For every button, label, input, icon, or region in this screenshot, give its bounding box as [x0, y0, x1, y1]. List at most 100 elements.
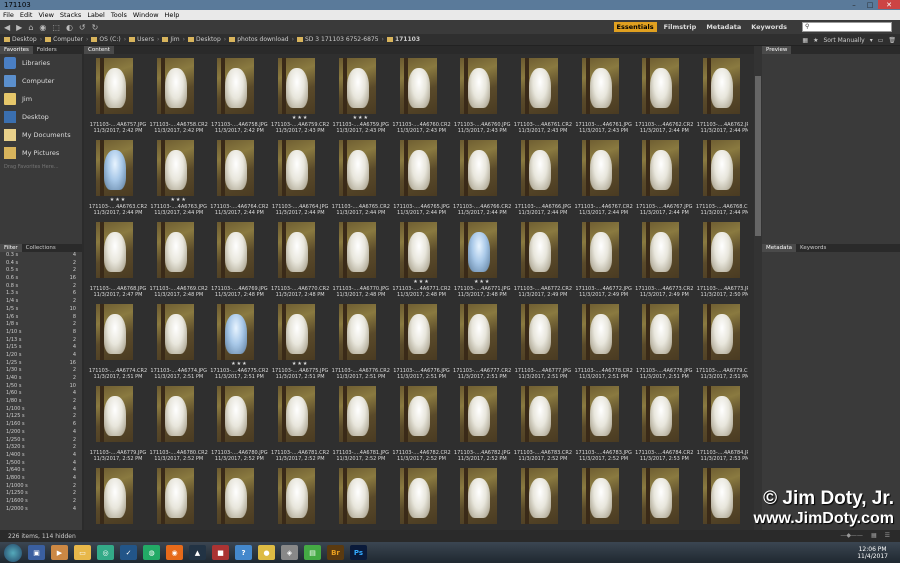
start-button[interactable] — [4, 543, 22, 562]
thumbnail-cell[interactable]: 171103-....4A6782.JPG 11/3/2017, 2:52 PM — [452, 384, 512, 466]
star-rating[interactable] — [452, 525, 512, 526]
filter-row[interactable]: 1/1000 s 2 — [0, 483, 82, 491]
thumbnail-cell[interactable]: 171103-....4A6770.CR2 11/3/2017, 2:48 PM — [270, 220, 330, 302]
menu-edit[interactable]: Edit — [17, 11, 36, 19]
thumbnail-cell[interactable]: 171103-....4A6767.CR2 11/3/2017, 2:44 PM — [574, 138, 634, 220]
filter-row[interactable]: 1/40 s 2 — [0, 375, 82, 383]
star-rating[interactable] — [270, 197, 330, 203]
checkmark-icon[interactable]: ✓ — [120, 545, 137, 560]
favorite-pictures[interactable]: My Pictures — [0, 144, 82, 162]
thumbnail-cell[interactable]: ★★★ 171103-....4A6771.CR2 11/3/2017, 2:48 … — [392, 220, 452, 302]
thumbnail-cell[interactable]: 171103-....4A6772.JPG 11/3/2017, 2:49 PM — [574, 220, 634, 302]
filter-row[interactable]: 1/20 s 4 — [0, 352, 82, 360]
favorite-computer[interactable]: Computer — [0, 72, 82, 90]
star-rating[interactable] — [88, 361, 148, 367]
back-icon[interactable]: ◀ — [4, 23, 10, 32]
thumbnail-cell[interactable]: 171103-....4A6769.CR2 11/3/2017, 2:48 PM — [149, 220, 209, 302]
forward-icon[interactable]: ▶ — [16, 23, 22, 32]
filter-row[interactable]: 1/250 s 2 — [0, 437, 82, 445]
filter-row[interactable]: 1/10 s 8 — [0, 329, 82, 337]
thumbnail-cell[interactable]: 171103-....4A6777.JPG 11/3/2017, 2:51 PM — [513, 302, 573, 384]
thumbnail-cell[interactable]: 171103-....4A6760.JPG 11/3/2017, 2:43 PM — [452, 56, 512, 138]
filter-row[interactable]: 1/80 s 2 — [0, 398, 82, 406]
filter-row[interactable]: 1/15 s 4 — [0, 344, 82, 352]
star-rating[interactable] — [270, 279, 330, 285]
star-rating[interactable] — [513, 443, 573, 449]
star-rating[interactable]: ★★★ — [452, 279, 512, 285]
thumbnail-cell[interactable]: 171103-....4A6765.JPG 11/3/2017, 2:44 PM — [392, 138, 452, 220]
star-rating[interactable] — [513, 525, 573, 526]
filter-row[interactable]: 0.3 s 4 — [0, 252, 82, 260]
rotate-right-icon[interactable]: ↻ — [92, 23, 99, 32]
star-rating[interactable] — [331, 279, 391, 285]
star-rating[interactable] — [392, 525, 452, 526]
thumbnail-cell[interactable] — [331, 466, 391, 526]
thumbnail-cell[interactable]: 171103-....4A6781.CR2 11/3/2017, 2:52 PM — [270, 384, 330, 466]
star-rating[interactable] — [88, 525, 148, 526]
filter-row[interactable]: 1/1250 s 2 — [0, 490, 82, 498]
workspace-metadata[interactable]: Metadata — [703, 22, 744, 32]
star-rating[interactable] — [209, 197, 269, 203]
star-rating[interactable]: ★★★ — [209, 361, 269, 367]
star-rating[interactable] — [149, 115, 209, 121]
star-rating[interactable] — [574, 361, 634, 367]
app3-icon[interactable]: ■ — [212, 545, 229, 560]
star-rating[interactable] — [634, 443, 694, 449]
thumbnail-cell[interactable]: 171103-....4A6768.JPG 11/3/2017, 2:47 PM — [88, 220, 148, 302]
bridge-icon[interactable]: Br — [327, 545, 344, 560]
breadcrumb-item[interactable]: Jim — [162, 36, 180, 43]
star-rating[interactable] — [513, 361, 573, 367]
star-rating[interactable] — [209, 443, 269, 449]
thumbnail-cell[interactable]: 171103-....4A6777.CR2 11/3/2017, 2:51 PM — [452, 302, 512, 384]
thumbnail-cell[interactable] — [209, 466, 269, 526]
thumbnail-cell[interactable] — [392, 466, 452, 526]
breadcrumb-item[interactable]: OS (C:) — [91, 36, 121, 43]
thumbnail-cell[interactable]: ★★★ 171103-....4A6775.JPG 11/3/2017, 2:51 … — [270, 302, 330, 384]
minimize-icon[interactable]: – — [846, 0, 862, 9]
thumbnail-cell[interactable]: 171103-....4A6783.JPG 11/3/2017, 2:52 PM — [574, 384, 634, 466]
app5-icon[interactable]: ▤ — [304, 545, 321, 560]
help-icon[interactable]: ? — [235, 545, 252, 560]
star-rating[interactable] — [695, 361, 748, 367]
menu-help[interactable]: Help — [162, 11, 183, 19]
open-camera-raw-icon[interactable]: ◐ — [66, 23, 73, 32]
thumbnail-cell[interactable]: 171103-....4A6761.CR2 11/3/2017, 2:43 PM — [513, 56, 573, 138]
thumbnail-cell[interactable]: 171103-....4A6770.JPG 11/3/2017, 2:48 PM — [331, 220, 391, 302]
app4-icon[interactable]: ◈ — [281, 545, 298, 560]
filter-row[interactable]: 0.4 s 2 — [0, 260, 82, 268]
menu-file[interactable]: File — [0, 11, 17, 19]
filter-row[interactable]: 1/13 s 2 — [0, 337, 82, 345]
filter-row[interactable]: 1/320 s 2 — [0, 444, 82, 452]
star-rating[interactable] — [513, 115, 573, 121]
star-rating[interactable] — [574, 115, 634, 121]
tab-favorites[interactable]: Favorites — [0, 46, 33, 54]
thumbnail-cell[interactable]: 171103-....4A6766.CR2 11/3/2017, 2:44 PM — [452, 138, 512, 220]
star-rating[interactable]: ★★★ — [392, 279, 452, 285]
star-rating[interactable]: ★★★ — [270, 361, 330, 367]
thumbnail-cell[interactable]: 171103-....4A6773.CR2 11/3/2017, 2:49 PM — [634, 220, 694, 302]
thumbnail-cell[interactable]: 171103-....4A6762.JPG 11/3/2017, 2:44 PM — [695, 56, 748, 138]
filter-row[interactable]: 1/640 s 4 — [0, 467, 82, 475]
thumbnail-cell[interactable] — [634, 466, 694, 526]
star-rating[interactable] — [513, 197, 573, 203]
star-rating[interactable] — [695, 443, 748, 449]
star-rating[interactable] — [149, 443, 209, 449]
thumbnail-cell[interactable]: 171103-....4A6757.JPG 11/3/2017, 2:42 PM — [88, 56, 148, 138]
menu-stacks[interactable]: Stacks — [57, 11, 84, 19]
tab-folders[interactable]: Folders — [33, 46, 61, 54]
thumbnail-cell[interactable]: 171103-....4A6779.CR211/3/2017, 2:51 PM — [695, 302, 748, 384]
filter-row[interactable]: 1/200 s 4 — [0, 429, 82, 437]
globe-icon[interactable]: ◍ — [143, 545, 160, 560]
star-rating[interactable] — [331, 525, 391, 526]
firefox-icon[interactable]: ◉ — [166, 545, 183, 560]
media-icon[interactable]: ▶ — [51, 545, 68, 560]
content-scrollbar[interactable] — [754, 46, 762, 530]
list-view-icon[interactable]: ☰ — [885, 532, 890, 539]
thumbnail-cell[interactable]: ★★★ 171103-....4A6759.JPG 11/3/2017, 2:43 … — [331, 56, 391, 138]
star-rating[interactable] — [88, 443, 148, 449]
thumbnail-cell[interactable]: 171103-....4A6782.CR2 11/3/2017, 2:52 PM — [392, 384, 452, 466]
filter-row[interactable]: 1/500 s 4 — [0, 460, 82, 468]
star-rating[interactable] — [634, 279, 694, 285]
star-rating[interactable] — [452, 443, 512, 449]
thumbnail-cell[interactable]: 171103-....4A6784.JPG 11/3/2017, 2:53 PM — [695, 384, 748, 466]
